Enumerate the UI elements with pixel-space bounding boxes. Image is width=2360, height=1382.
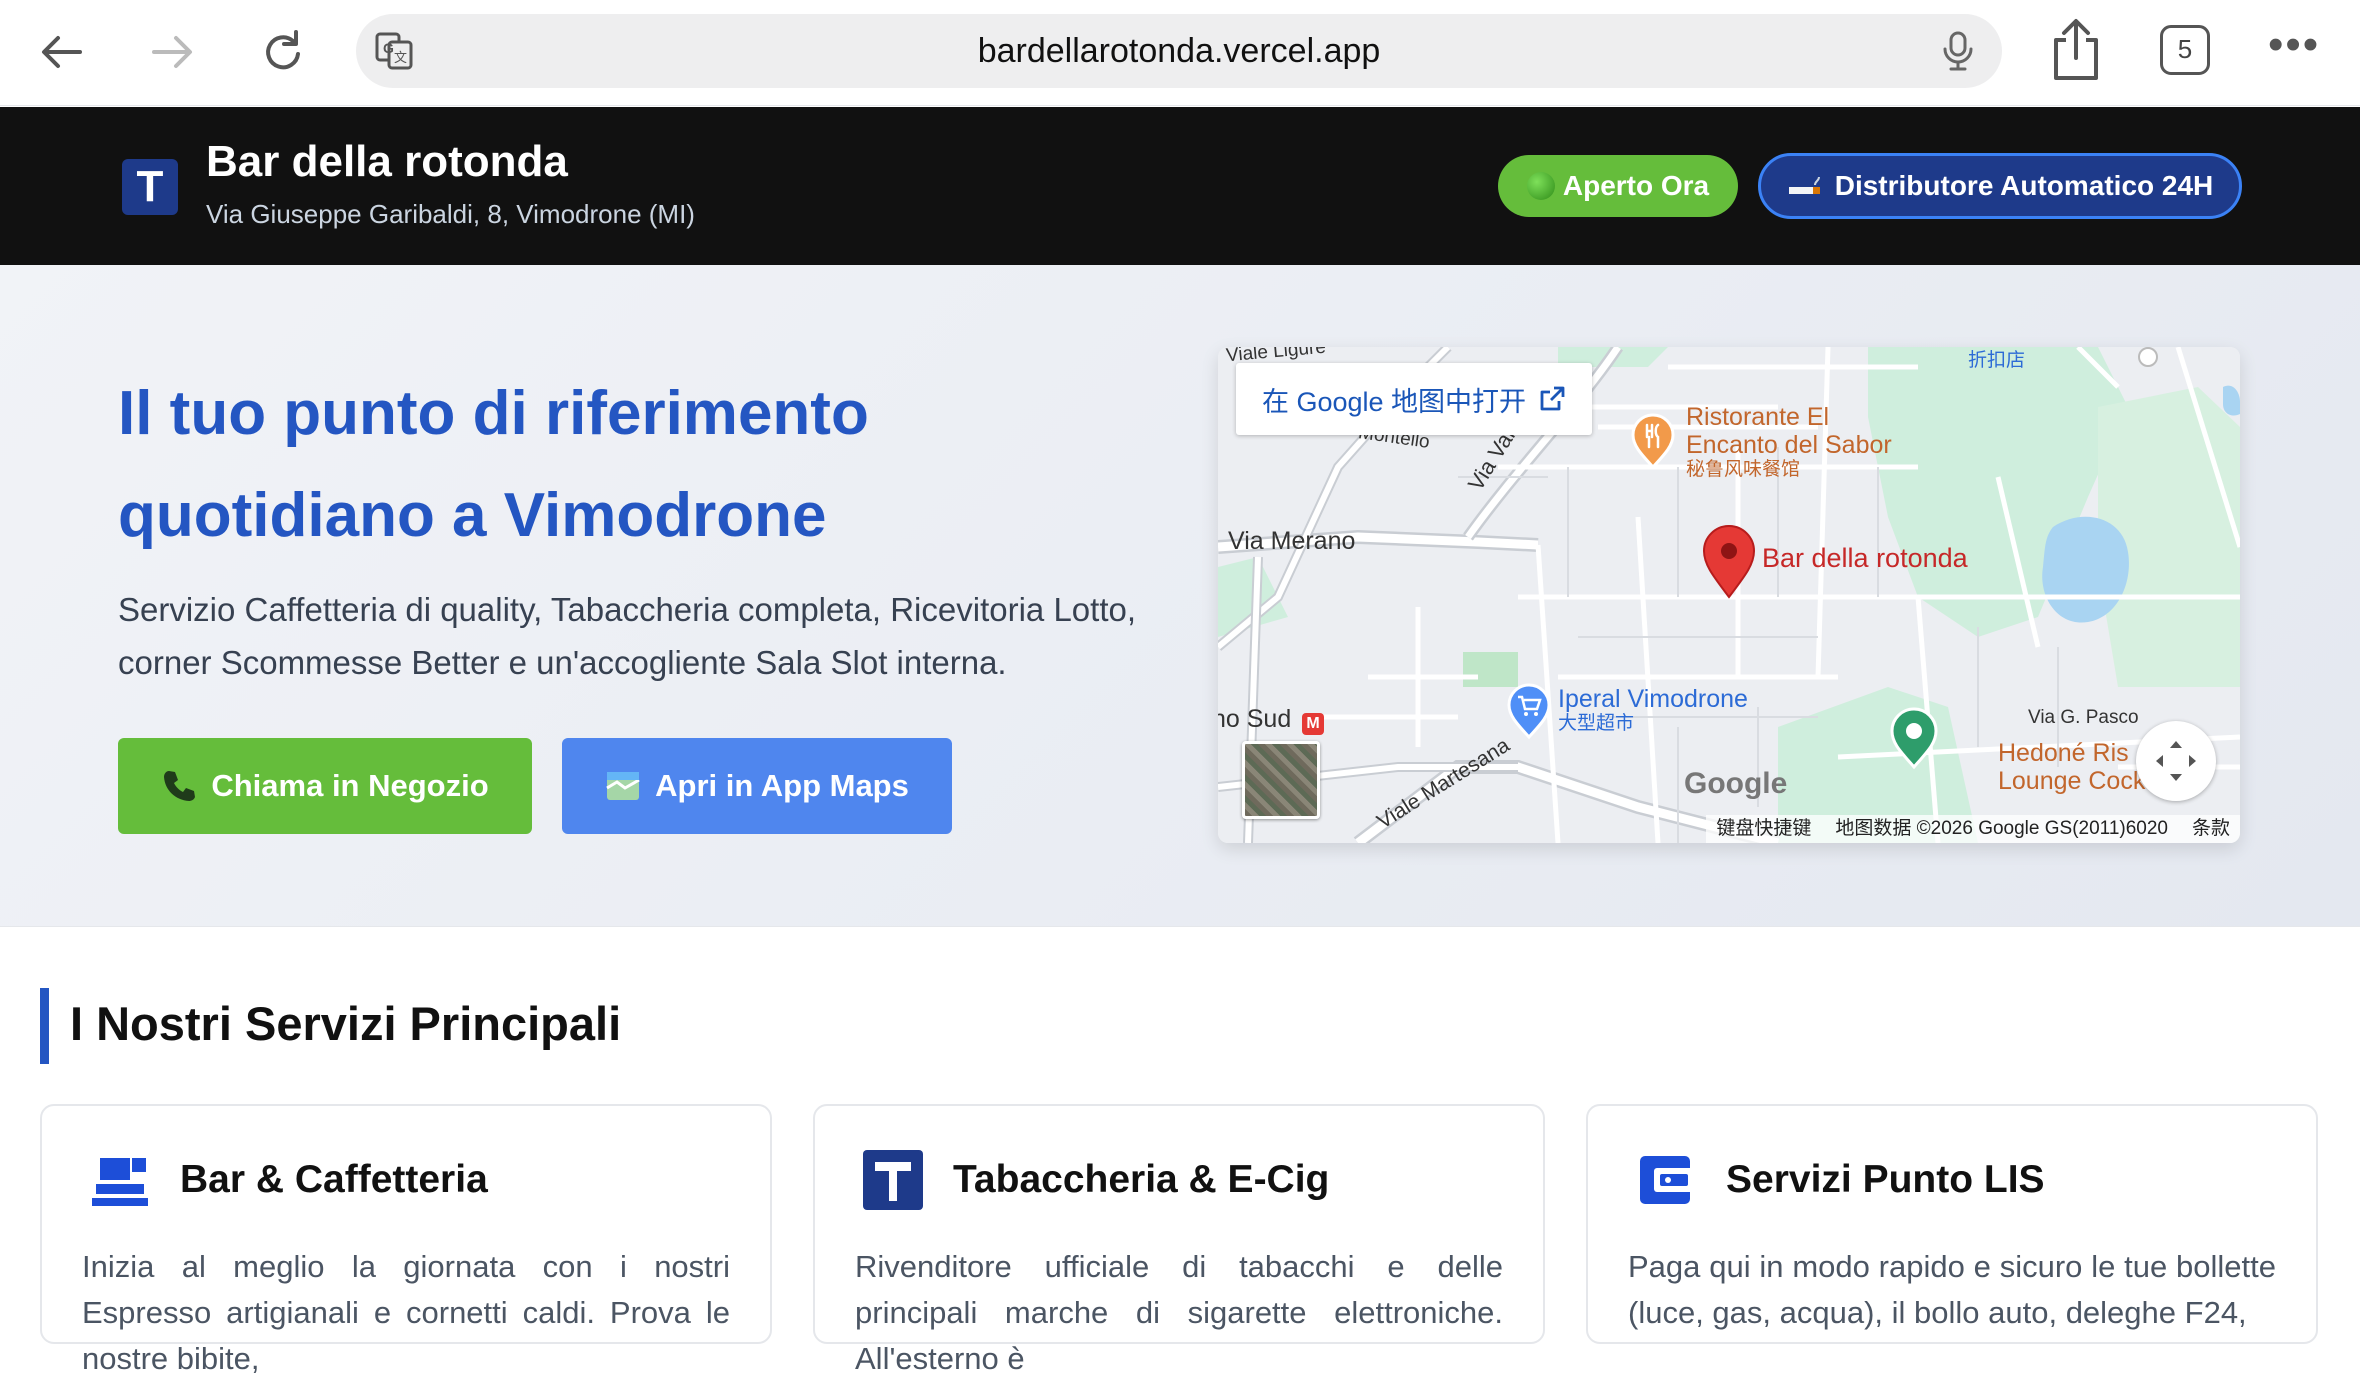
map-data-credit: 地图数据 ©2026 Google GS(2011)6020	[1835, 818, 2168, 839]
open-maps-button[interactable]: Apri in App Maps	[562, 738, 952, 834]
map-restaurant-name-1: Ristorante El	[1686, 403, 1830, 431]
call-store-label: Chiama in Negozio	[211, 768, 489, 803]
metro-icon: M	[1302, 713, 1324, 735]
phone-icon	[164, 771, 196, 801]
map-attribution: 键盘快捷键 地图数据 ©2026 Google GS(2011)6020 条款	[1706, 815, 2240, 843]
service-card-lis: Servizi Punto LIS Paga qui in modo rapid…	[1586, 1104, 2318, 1344]
map-hedone-label: Hedoné Ris Lounge Cock	[1998, 739, 2145, 795]
open-maps-label: Apri in App Maps	[655, 768, 909, 803]
tabacchi-logo: T	[122, 159, 178, 215]
share-icon[interactable]	[2046, 16, 2106, 84]
service-card-title: Servizi Punto LIS	[1726, 1158, 2045, 1201]
hero-title: Il tuo punto di riferimento quotidiano a…	[118, 363, 1118, 567]
services-title: I Nostri Servizi Principali	[70, 997, 622, 1050]
location-pin-icon[interactable]	[1702, 525, 1756, 599]
map-supermarket-label: Iperal Vimodrone 大型超市	[1558, 685, 1748, 735]
call-store-button[interactable]: Chiama in Negozio	[118, 738, 532, 834]
more-menu-icon[interactable]: •••	[2268, 23, 2324, 74]
map-supermarket-sub: 大型超市	[1558, 713, 1635, 734]
map-hedone-name-2: Lounge Cock	[1998, 767, 2146, 795]
cigarette-icon	[1788, 176, 1820, 194]
service-card-desc: Paga qui in modo rapido e sicuro le tue …	[1628, 1249, 2276, 1330]
map-road-merano: Via Merano	[1228, 527, 1356, 555]
vending-24h-label: Distributore Automatico 24H	[1834, 170, 2214, 201]
restaurant-pin-icon	[1631, 413, 1675, 469]
cash-register-icon	[92, 1158, 148, 1206]
google-map-embed[interactable]: Viale Ligure 折扣店 Montello Via Merano Via…	[1218, 347, 2240, 843]
map-supermarket-name: Iperal Vimodrone	[1558, 685, 1748, 713]
tabacchi-t-icon	[863, 1150, 923, 1210]
fullscreen-button[interactable]	[2136, 721, 2216, 801]
section-accent-bar	[40, 988, 49, 1064]
map-icon	[606, 772, 640, 800]
tabs-count-button[interactable]: 5	[2160, 25, 2210, 75]
forward-button[interactable]	[138, 18, 206, 86]
hero-description: Servizio Caffetteria di quality, Tabacch…	[118, 591, 1137, 681]
service-card-title: Bar & Caffetteria	[180, 1158, 488, 1201]
site-title: Bar della rotonda	[206, 137, 568, 186]
site-address: Via Giuseppe Garibaldi, 8, Vimodrone (MI…	[206, 199, 695, 229]
hero-section: Il tuo punto di riferimento quotidiano a…	[0, 265, 2360, 927]
terms-link[interactable]: 条款	[2192, 815, 2230, 843]
google-logo: Google	[1684, 767, 1788, 800]
external-link-icon	[1540, 386, 1565, 411]
map-restaurant-sub: 秘鲁风味餐馆	[1686, 459, 1801, 480]
green-circle-icon	[1526, 172, 1555, 200]
service-card-tabacchi: Tabaccheria & E-Cig Rivenditore ufficial…	[813, 1104, 1545, 1376]
satellite-toggle-thumbnail[interactable]	[1242, 741, 1320, 819]
back-button[interactable]	[28, 18, 96, 86]
map-discount-label: 折扣店	[1968, 350, 2026, 371]
arrow-right-icon	[152, 36, 192, 68]
vending-24h-badge: Distributore Automatico 24H	[1758, 153, 2242, 219]
hero-title-line-2: quotidiano a Vimodrone	[118, 481, 827, 550]
map-station-partial: no Sud	[1218, 705, 1292, 733]
site-header: T Bar della rotonda Via Giuseppe Garibal…	[0, 107, 2360, 265]
shopping-cart-pin-icon	[1507, 683, 1551, 739]
arrow-left-icon	[42, 36, 82, 68]
map-place-label: Bar della rotonda	[1762, 543, 1968, 573]
map-road-pasco: Via G. Pasco	[2028, 707, 2139, 728]
browser-toolbar: G 文 bardellarotonda.vercel.app 5 •••	[0, 0, 2360, 106]
open-in-google-label: 在 Google 地图中打开	[1261, 386, 1527, 417]
service-card-desc: Inizia al meglio la giornata con i nostr…	[82, 1249, 730, 1376]
open-in-google-maps-link[interactable]: 在 Google 地图中打开	[1236, 363, 1592, 435]
map-hedone-name-1: Hedoné Ris	[1998, 739, 2129, 767]
open-now-badge: Aperto Ora	[1498, 155, 1738, 217]
microphone-icon[interactable]	[1936, 29, 1980, 73]
map-restaurant-name-2: Encanto del Sabor	[1686, 431, 1892, 459]
map-restaurant-label: Ristorante El Encanto del Sabor 秘鲁风味餐馆	[1686, 403, 1892, 481]
service-card-desc: Rivenditore ufficiale di tabacchi e dell…	[855, 1249, 1503, 1376]
reload-icon	[266, 30, 300, 70]
service-card-title: Tabaccheria & E-Cig	[953, 1158, 1330, 1201]
hero-title-line-1: Il tuo punto di riferimento	[118, 379, 869, 448]
service-card-bar: Bar & Caffetteria Inizia al meglio la gi…	[40, 1104, 772, 1376]
reload-button[interactable]	[250, 18, 318, 86]
address-bar[interactable]: G 文 bardellarotonda.vercel.app	[356, 14, 2002, 88]
url-text: bardellarotonda.vercel.app	[977, 32, 1381, 70]
open-now-label: Aperto Ora	[1562, 170, 1710, 201]
wallet-icon	[1640, 1156, 1694, 1204]
expand-arrows-icon	[2156, 741, 2196, 781]
park-pin-icon	[1890, 707, 1938, 769]
keyboard-shortcuts-link[interactable]: 键盘快捷键	[1716, 815, 1811, 843]
